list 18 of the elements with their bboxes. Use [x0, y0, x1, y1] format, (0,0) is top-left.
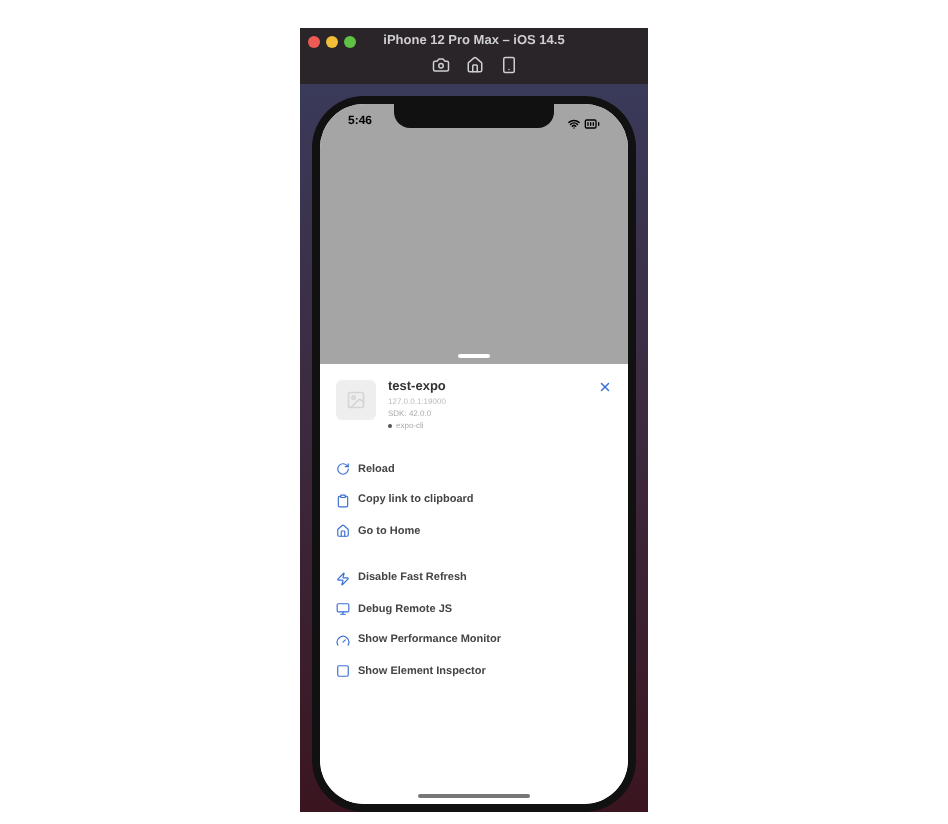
lightning-icon [336, 571, 350, 586]
wifi-icon [568, 117, 580, 129]
sheet-handle[interactable] [458, 354, 490, 358]
clipboard-icon [336, 493, 350, 508]
square-icon [336, 664, 350, 679]
zoom-window-button[interactable] [344, 36, 356, 48]
reload-icon [336, 462, 350, 477]
close-window-button[interactable] [308, 36, 320, 48]
home-indicator [418, 794, 530, 798]
home-icon [336, 524, 350, 539]
close-icon[interactable] [598, 380, 612, 394]
monitor-icon [336, 602, 350, 617]
app-icon-placeholder [336, 380, 376, 420]
battery-icon [584, 115, 600, 131]
screenshot-icon[interactable] [431, 56, 449, 74]
gauge-icon [336, 633, 350, 648]
home-icon[interactable] [465, 56, 483, 74]
minimize-window-button[interactable] [326, 36, 338, 48]
